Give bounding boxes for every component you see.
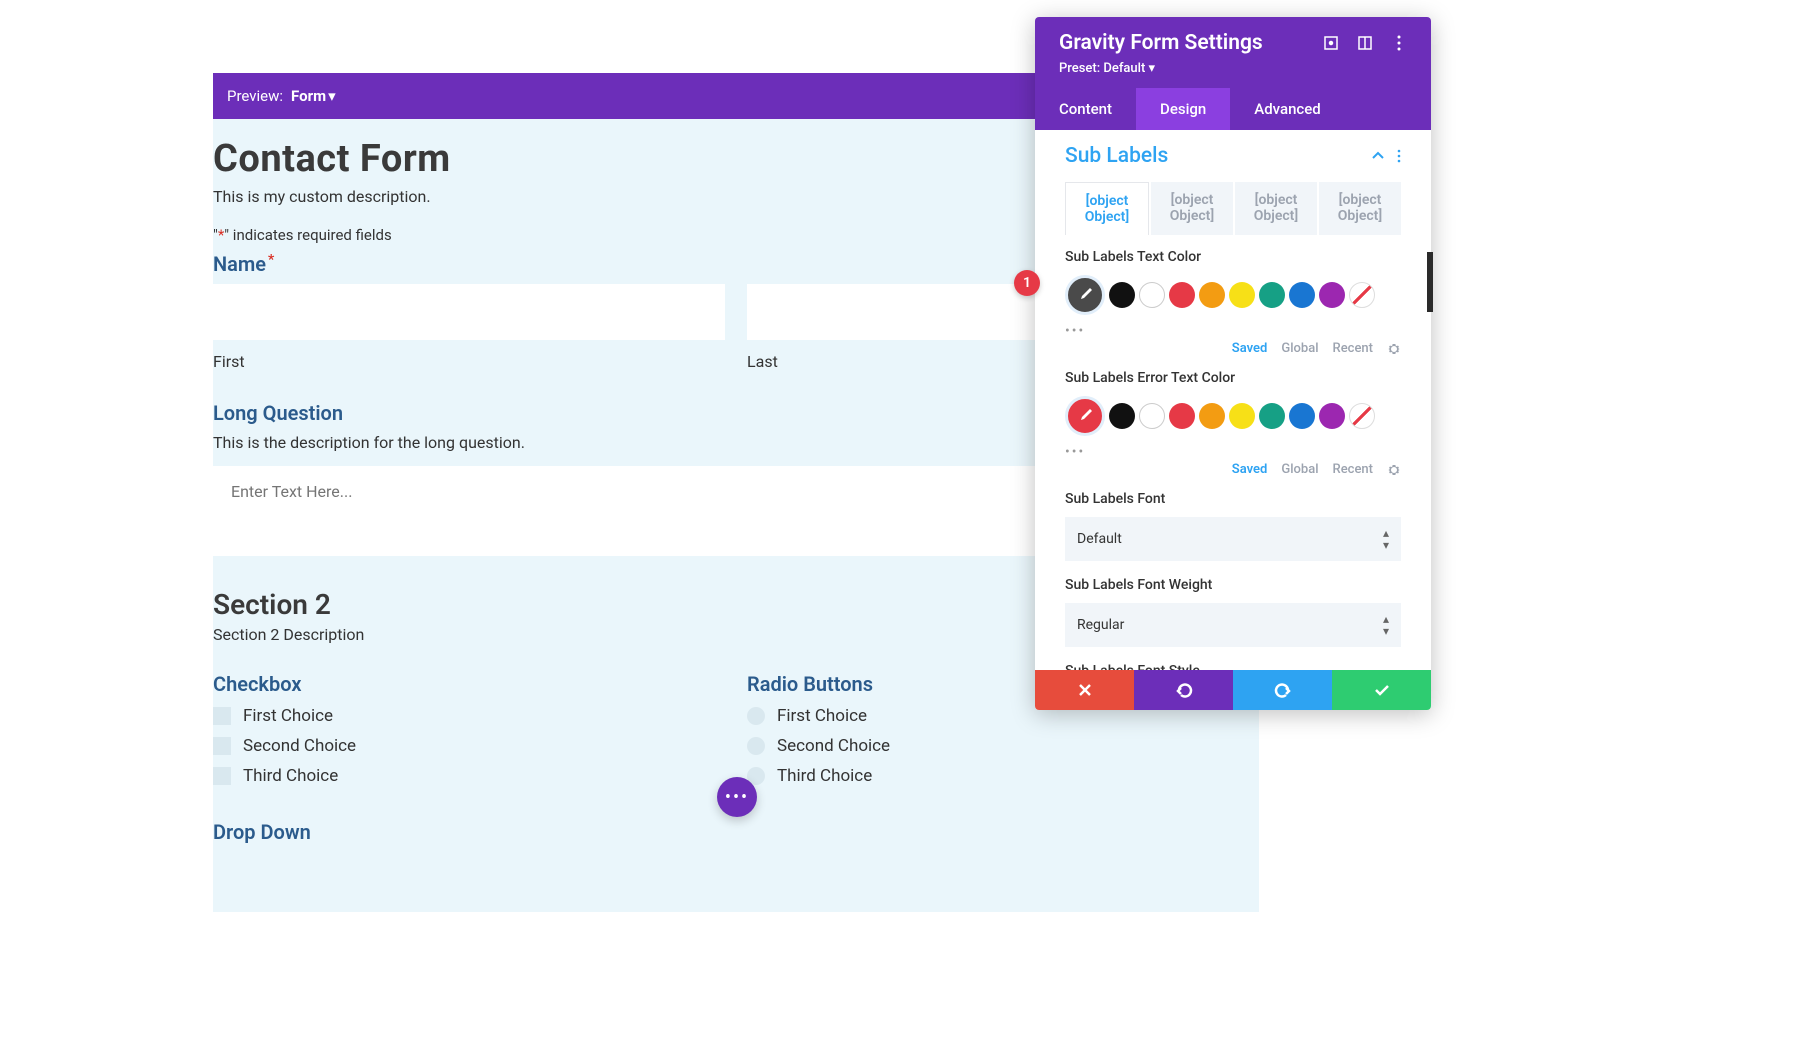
- select-arrows-icon: ▴▾: [1383, 613, 1389, 637]
- font-weight-select[interactable]: Regular ▴▾: [1065, 603, 1401, 647]
- dots-icon: •••: [725, 787, 749, 808]
- preview-label: Preview:: [227, 87, 283, 105]
- snap-icon[interactable]: [1357, 35, 1373, 51]
- font-label: Sub Labels Font: [1065, 491, 1401, 507]
- panel-content: Sub Labels [object Object] [object Objec…: [1035, 130, 1431, 670]
- color-picker-button[interactable]: [1065, 396, 1105, 436]
- save-button[interactable]: [1332, 670, 1431, 710]
- checkbox-choice[interactable]: Third Choice: [213, 766, 725, 786]
- color-swatch-teal[interactable]: [1259, 282, 1285, 308]
- color-swatch-none[interactable]: [1349, 282, 1375, 308]
- first-name-sublabel: First: [213, 352, 725, 371]
- checkbox-choice[interactable]: Second Choice: [213, 736, 725, 756]
- expand-icon[interactable]: [1323, 35, 1339, 51]
- scroll-indicator[interactable]: [1427, 252, 1433, 312]
- color-picker-button[interactable]: [1065, 275, 1105, 315]
- redo-button[interactable]: [1233, 670, 1332, 710]
- more-icon[interactable]: [1391, 35, 1407, 51]
- color-swatch-red[interactable]: [1169, 403, 1195, 429]
- settings-panel: Gravity Form Settings Preset: Default ▾ …: [1035, 17, 1431, 710]
- first-name-input[interactable]: [213, 284, 725, 340]
- preset-selector[interactable]: Preset: Default ▾: [1059, 61, 1407, 76]
- more-dots-icon[interactable]: •••: [1065, 444, 1401, 460]
- more-dots-icon[interactable]: •••: [1065, 323, 1401, 339]
- palette-recent[interactable]: Recent: [1333, 462, 1373, 477]
- font-select[interactable]: Default ▴▾: [1065, 517, 1401, 561]
- checkbox-icon: [213, 707, 231, 725]
- color-swatch-none[interactable]: [1349, 403, 1375, 429]
- preview-value-wrap[interactable]: Form▾: [291, 87, 336, 105]
- color-swatch-red[interactable]: [1169, 282, 1195, 308]
- undo-button[interactable]: [1134, 670, 1233, 710]
- text-color-row: [1065, 275, 1401, 315]
- color-swatch-yellow[interactable]: [1229, 403, 1255, 429]
- color-swatch-blue[interactable]: [1289, 403, 1315, 429]
- responsive-tab[interactable]: [object Object]: [1319, 182, 1401, 235]
- checkbox-field: Checkbox First Choice Second Choice Thir…: [213, 672, 725, 796]
- panel-header: Gravity Form Settings Preset: Default ▾: [1035, 17, 1431, 88]
- palette-saved[interactable]: Saved: [1232, 462, 1268, 477]
- font-style-label: Sub Labels Font Style: [1065, 663, 1401, 670]
- responsive-tab[interactable]: [object Object]: [1065, 182, 1149, 235]
- panel-footer: [1035, 670, 1431, 710]
- radio-icon: [747, 707, 765, 725]
- collapse-icon[interactable]: [1371, 151, 1385, 161]
- tab-design[interactable]: Design: [1136, 88, 1230, 130]
- responsive-tab[interactable]: [object Object]: [1151, 182, 1233, 235]
- error-color-row: [1065, 396, 1401, 436]
- responsive-tab[interactable]: [object Object]: [1235, 182, 1317, 235]
- color-swatch-orange[interactable]: [1199, 403, 1225, 429]
- radio-icon: [747, 737, 765, 755]
- panel-title: Gravity Form Settings: [1059, 31, 1263, 55]
- color-palette-tabs: Saved Global Recent: [1065, 462, 1401, 477]
- checkbox-label: Checkbox: [213, 672, 725, 696]
- dropdown-label: Drop Down: [213, 820, 1259, 844]
- error-color-label: Sub Labels Error Text Color: [1065, 370, 1401, 386]
- color-swatch-teal[interactable]: [1259, 403, 1285, 429]
- panel-tabs: Content Design Advanced: [1035, 88, 1431, 130]
- caret-down-icon: ▾: [328, 87, 336, 105]
- close-button[interactable]: [1035, 670, 1134, 710]
- gear-icon[interactable]: [1387, 463, 1401, 477]
- section-header-sub-labels[interactable]: Sub Labels: [1065, 144, 1168, 168]
- text-color-label: Sub Labels Text Color: [1065, 249, 1401, 265]
- font-weight-label: Sub Labels Font Weight: [1065, 577, 1401, 593]
- responsive-tabs: [object Object] [object Object] [object …: [1065, 182, 1401, 235]
- color-swatch-purple[interactable]: [1319, 403, 1345, 429]
- tab-content[interactable]: Content: [1035, 88, 1136, 130]
- module-actions-fab[interactable]: •••: [717, 777, 757, 817]
- checkbox-icon: [213, 737, 231, 755]
- checkbox-choice[interactable]: First Choice: [213, 706, 725, 726]
- palette-saved[interactable]: Saved: [1232, 341, 1268, 356]
- color-swatch-orange[interactable]: [1199, 282, 1225, 308]
- radio-choice[interactable]: Second Choice: [747, 736, 1259, 756]
- color-swatch-yellow[interactable]: [1229, 282, 1255, 308]
- color-swatch-purple[interactable]: [1319, 282, 1345, 308]
- palette-global[interactable]: Global: [1281, 341, 1318, 356]
- gear-icon[interactable]: [1387, 342, 1401, 356]
- callout-badge-1: 1: [1014, 270, 1040, 296]
- color-swatch-white[interactable]: [1139, 403, 1165, 429]
- color-swatch-blue[interactable]: [1289, 282, 1315, 308]
- palette-recent[interactable]: Recent: [1333, 341, 1373, 356]
- color-swatch-white[interactable]: [1139, 282, 1165, 308]
- palette-global[interactable]: Global: [1281, 462, 1318, 477]
- radio-choice[interactable]: Third Choice: [747, 766, 1259, 786]
- tab-advanced[interactable]: Advanced: [1230, 88, 1344, 130]
- section-more-icon[interactable]: [1397, 149, 1401, 163]
- color-palette-tabs: Saved Global Recent: [1065, 341, 1401, 356]
- color-swatch-black[interactable]: [1109, 403, 1135, 429]
- color-swatch-black[interactable]: [1109, 282, 1135, 308]
- checkbox-icon: [213, 767, 231, 785]
- select-arrows-icon: ▴▾: [1383, 527, 1389, 551]
